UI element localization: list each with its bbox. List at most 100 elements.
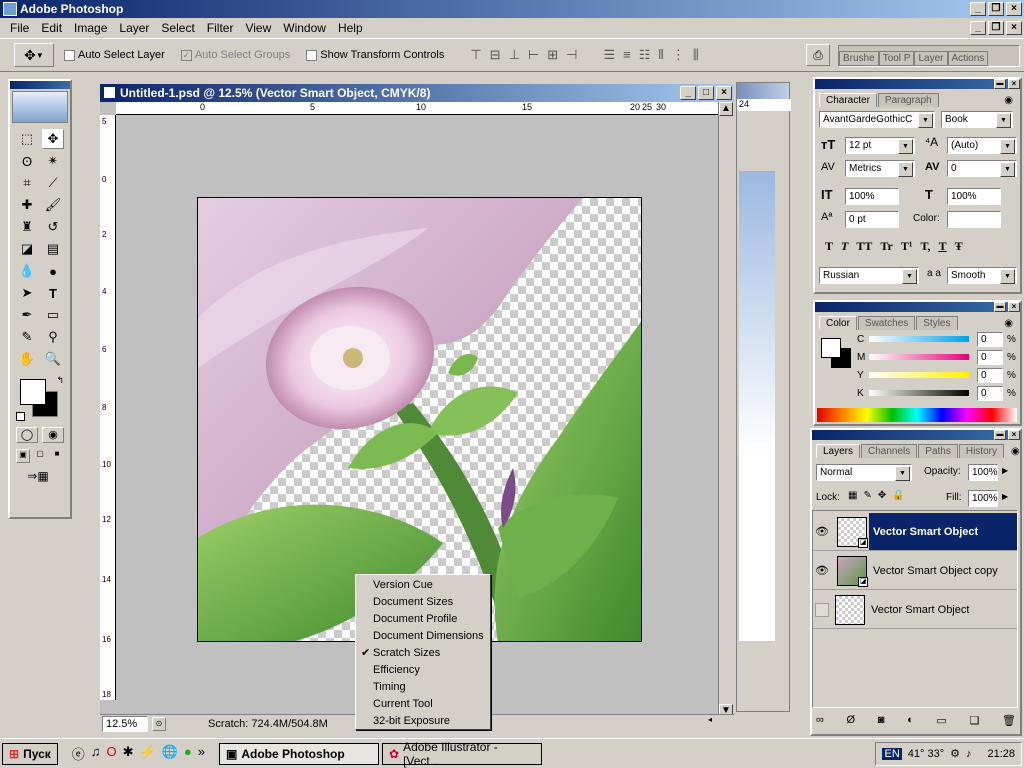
delete-layer-icon[interactable]: 🗑: [1002, 714, 1016, 727]
tab-styles[interactable]: Styles: [916, 316, 958, 330]
auto-select-layer-checkbox[interactable]: Auto Select Layer: [64, 49, 165, 61]
layer-row[interactable]: 👁 ◪ Vector Smart Object copy: [813, 552, 1017, 590]
clone-stamp-tool-icon[interactable]: ♜: [16, 217, 38, 237]
align-left-icon[interactable]: ⊢: [528, 47, 539, 63]
task-illustrator[interactable]: ✿ Adobe Illustrator - [Vect...: [382, 740, 543, 768]
restore-button[interactable]: ❐: [988, 2, 1004, 16]
menu-item-efficiency[interactable]: Efficiency: [356, 662, 490, 679]
gradient-tool-icon[interactable]: ▤: [42, 239, 64, 259]
well-tab-actions[interactable]: Actions: [947, 51, 989, 66]
layer-name[interactable]: Vector Smart Object copy: [873, 565, 998, 577]
channel-k-field[interactable]: 0: [977, 386, 1003, 401]
screen-mode-standard-icon[interactable]: ▣: [16, 449, 30, 463]
default-colors-icon[interactable]: [16, 412, 25, 421]
quicklaunch-ie-icon[interactable]: ⓔ: [72, 744, 85, 763]
color-panel-min[interactable]: ▬: [994, 302, 1006, 312]
status-preview-button[interactable]: ⊙: [152, 716, 166, 731]
color-panel-titlebar[interactable]: ▬ ×: [815, 302, 1020, 312]
distribute-hcenter-icon[interactable]: ⋮: [672, 47, 685, 63]
doc-minimize-button[interactable]: _: [970, 21, 986, 35]
healing-brush-tool-icon[interactable]: ✚: [16, 195, 38, 215]
tool-preset-picker[interactable]: ✥ ▼: [14, 43, 54, 67]
menu-image[interactable]: Image: [68, 21, 113, 35]
move-tool-icon[interactable]: ✥: [42, 129, 64, 149]
distribute-left-icon[interactable]: ⫴: [658, 47, 663, 63]
crop-tool-icon[interactable]: ⌗: [16, 173, 38, 193]
menu-item-scratch-sizes[interactable]: ✔ Scratch Sizes: [356, 645, 490, 662]
tab-color[interactable]: Color: [819, 316, 857, 330]
well-tab-brushes[interactable]: Brushe: [839, 51, 879, 66]
strikethrough-button[interactable]: Ŧ: [955, 239, 963, 254]
hand-tool-icon[interactable]: ✋: [16, 349, 38, 369]
channel-y-slider[interactable]: [869, 372, 969, 378]
zoom-tool-icon[interactable]: 🔍: [42, 349, 64, 369]
text-color-swatch[interactable]: [947, 211, 1001, 228]
lock-all-icon[interactable]: 🔒: [892, 490, 904, 501]
dodge-tool-icon[interactable]: ●: [42, 261, 64, 281]
document-titlebar[interactable]: Untitled-1.psd @ 12.5% (Vector Smart Obj…: [100, 84, 734, 102]
menu-file[interactable]: File: [4, 21, 35, 35]
layer-row[interactable]: Vector Smart Object: [813, 591, 1017, 629]
menu-filter[interactable]: Filter: [201, 21, 240, 35]
auto-select-groups-checkbox[interactable]: ✓ Auto Select Groups: [180, 49, 290, 61]
adjustment-layer-icon[interactable]: ◐: [907, 714, 914, 727]
menu-item-current-tool[interactable]: Current Tool: [356, 696, 490, 713]
quicklaunch-globe-icon[interactable]: 🌐: [162, 744, 178, 763]
layer-name[interactable]: Vector Smart Object: [869, 513, 1017, 550]
quick-mask-mode-icon[interactable]: ◉: [42, 427, 64, 443]
eyedropper-tool-icon[interactable]: ⚲: [42, 327, 64, 347]
new-layer-icon[interactable]: ❏: [969, 714, 979, 727]
color-panel-close[interactable]: ×: [1008, 302, 1020, 312]
layer-name[interactable]: Vector Smart Object: [871, 604, 969, 616]
document-maximize-button[interactable]: □: [698, 86, 714, 100]
pen-tool-icon[interactable]: ✒: [16, 305, 38, 325]
background-document-window[interactable]: 24: [736, 82, 791, 712]
eraser-tool-icon[interactable]: ◪: [16, 239, 38, 259]
slice-tool-icon[interactable]: ⟋: [42, 173, 64, 193]
menu-edit[interactable]: Edit: [35, 21, 68, 35]
layer-visibility-eye-icon[interactable]: 👁: [813, 525, 831, 538]
lock-transparency-icon[interactable]: ▦: [848, 490, 857, 501]
align-right-icon[interactable]: ⊣: [566, 47, 577, 63]
align-hcenter-icon[interactable]: ⊞: [547, 47, 558, 63]
quicklaunch-app-icon[interactable]: ✱: [123, 744, 134, 763]
history-brush-tool-icon[interactable]: ↺: [42, 217, 64, 237]
layers-panel-close[interactable]: ×: [1008, 430, 1020, 440]
superscript-button[interactable]: T¹: [901, 239, 913, 254]
menu-view[interactable]: View: [239, 21, 277, 35]
character-panel-titlebar[interactable]: ▬ ×: [815, 79, 1020, 89]
document-minimize-button[interactable]: _: [680, 86, 696, 100]
menu-help[interactable]: Help: [332, 21, 369, 35]
layers-panel-titlebar[interactable]: ▬ ×: [812, 430, 1020, 440]
align-bottom-icon[interactable]: ⊥: [509, 47, 520, 63]
adobe-feather-icon[interactable]: [12, 91, 68, 123]
start-button[interactable]: ⊞ Пуск: [2, 742, 58, 765]
vertical-scale-field[interactable]: 100%: [845, 188, 899, 205]
menu-window[interactable]: Window: [277, 21, 332, 35]
tracking-field[interactable]: 0: [947, 160, 1017, 177]
tab-layers[interactable]: Layers: [816, 444, 861, 458]
tab-channels[interactable]: Channels: [861, 444, 918, 458]
blur-tool-icon[interactable]: 💧: [16, 261, 38, 281]
antialias-dropdown[interactable]: Smooth: [947, 267, 1017, 284]
lasso-tool-icon[interactable]: ʘ: [16, 151, 38, 171]
well-tab-layer-comps[interactable]: Layer: [914, 51, 948, 66]
tab-paths[interactable]: Paths: [918, 444, 958, 458]
tray-network-icon[interactable]: ⚙: [950, 747, 960, 760]
character-panel-menu-icon[interactable]: ◉: [998, 94, 1019, 107]
magic-wand-tool-icon[interactable]: ✴: [42, 151, 64, 171]
color-fg-swatch[interactable]: [821, 338, 841, 358]
faux-italic-button[interactable]: T: [841, 239, 848, 254]
align-top-icon[interactable]: ⊤: [470, 47, 481, 63]
new-group-icon[interactable]: ▭: [936, 714, 946, 727]
jump-to-imageready-icon[interactable]: ⇒▦: [16, 469, 60, 487]
type-tool-icon[interactable]: T: [42, 283, 64, 303]
marquee-tool-icon[interactable]: ⬚: [16, 129, 38, 149]
fill-field[interactable]: 100%: [968, 490, 998, 507]
channel-c-slider[interactable]: [869, 336, 969, 342]
quicklaunch-media-icon[interactable]: ♫: [91, 744, 101, 763]
bridge-button[interactable]: ⎙: [806, 44, 830, 66]
kerning-field[interactable]: Metrics: [845, 160, 915, 177]
subscript-button[interactable]: T,: [920, 239, 930, 254]
lock-image-icon[interactable]: ✎: [863, 490, 871, 501]
